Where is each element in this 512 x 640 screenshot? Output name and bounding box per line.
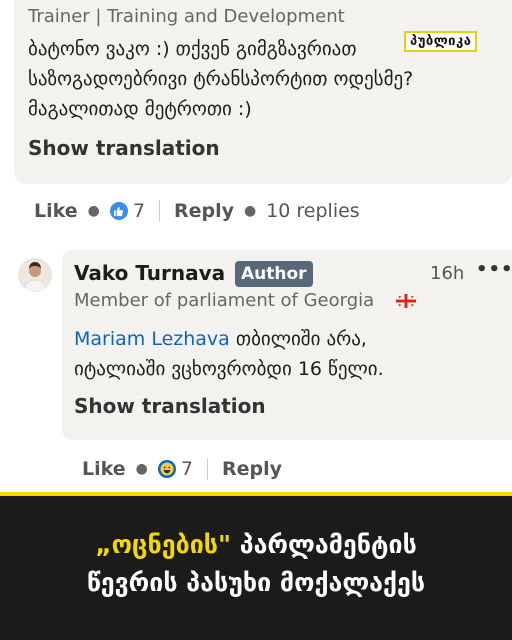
comment-text-line: მაგალითად მეტროთი :) <box>28 98 252 120</box>
comment-text-line: ბატონო ვაკო :) თქვენ გიმგზავრიათ <box>28 38 357 60</box>
replies-count-link[interactable]: 10 replies <box>266 200 360 222</box>
reply-actions: Like ● 7 Reply <box>82 456 282 482</box>
reply-text-line: იტალიაში ვცხოვრობდი 16 წელი. <box>74 358 384 380</box>
more-icon[interactable]: ••• <box>476 259 512 280</box>
publika-watermark-tag: პუბლიკა <box>404 31 478 52</box>
comment-text: ბატონო ვაკო :) თქვენ გიმგზავრიათ საზოგად… <box>28 34 413 124</box>
reply-button[interactable]: Reply <box>174 200 234 222</box>
author-headline: Member of parliament of Georgia <box>74 290 375 311</box>
timestamp: 16h <box>430 263 465 284</box>
reply-text-line: Mariam Lezhava თბილიში არა, <box>74 324 384 354</box>
like-button[interactable]: Like <box>82 458 126 480</box>
reaction-count[interactable]: 7 <box>181 458 193 480</box>
separator-dot: ● <box>87 203 100 219</box>
banner-line-1-rest: პარლამენტის <box>239 530 417 559</box>
separator-dot: ● <box>135 461 148 477</box>
reaction-count[interactable]: 7 <box>133 200 145 222</box>
like-icon[interactable] <box>109 202 128 220</box>
commenter-subtitle: Trainer | Training and Development <box>28 6 345 27</box>
banner-line-2: წევრის პასუხი მოქალაქეს <box>86 568 426 597</box>
mention-link[interactable]: Mariam Lezhava <box>74 328 230 350</box>
banner-headline: „ოცნების" პარლამენტის წევრის პასუხი მოქა… <box>0 526 512 602</box>
show-translation-link[interactable]: Show translation <box>28 136 220 160</box>
comment-text-line: საზოგადოებრივი ტრანსპორტით ოდესმე? <box>28 68 414 90</box>
comment-actions: Like ● 7 Reply ● 10 replies <box>34 198 360 224</box>
separator-dot: ● <box>243 203 257 219</box>
action-divider <box>206 458 208 480</box>
banner-quote: „ოცნების" <box>95 530 232 559</box>
banner-line-1: „ოცნების" პარლამენტის <box>0 526 512 564</box>
action-divider <box>158 200 160 222</box>
reply-text-fragment: თბილიში არა, <box>235 328 367 350</box>
like-button[interactable]: Like <box>34 200 78 222</box>
reply-text: Mariam Lezhava თბილიში არა, იტალიაში ვცხ… <box>74 324 384 384</box>
author-badge: Author <box>235 261 313 287</box>
laugh-icon[interactable] <box>157 460 176 478</box>
avatar[interactable] <box>18 258 52 292</box>
show-translation-link[interactable]: Show translation <box>74 394 266 418</box>
author-name[interactable]: Vako Turnava <box>74 261 225 285</box>
reply-button[interactable]: Reply <box>222 458 282 480</box>
georgia-flag-icon <box>395 293 417 309</box>
